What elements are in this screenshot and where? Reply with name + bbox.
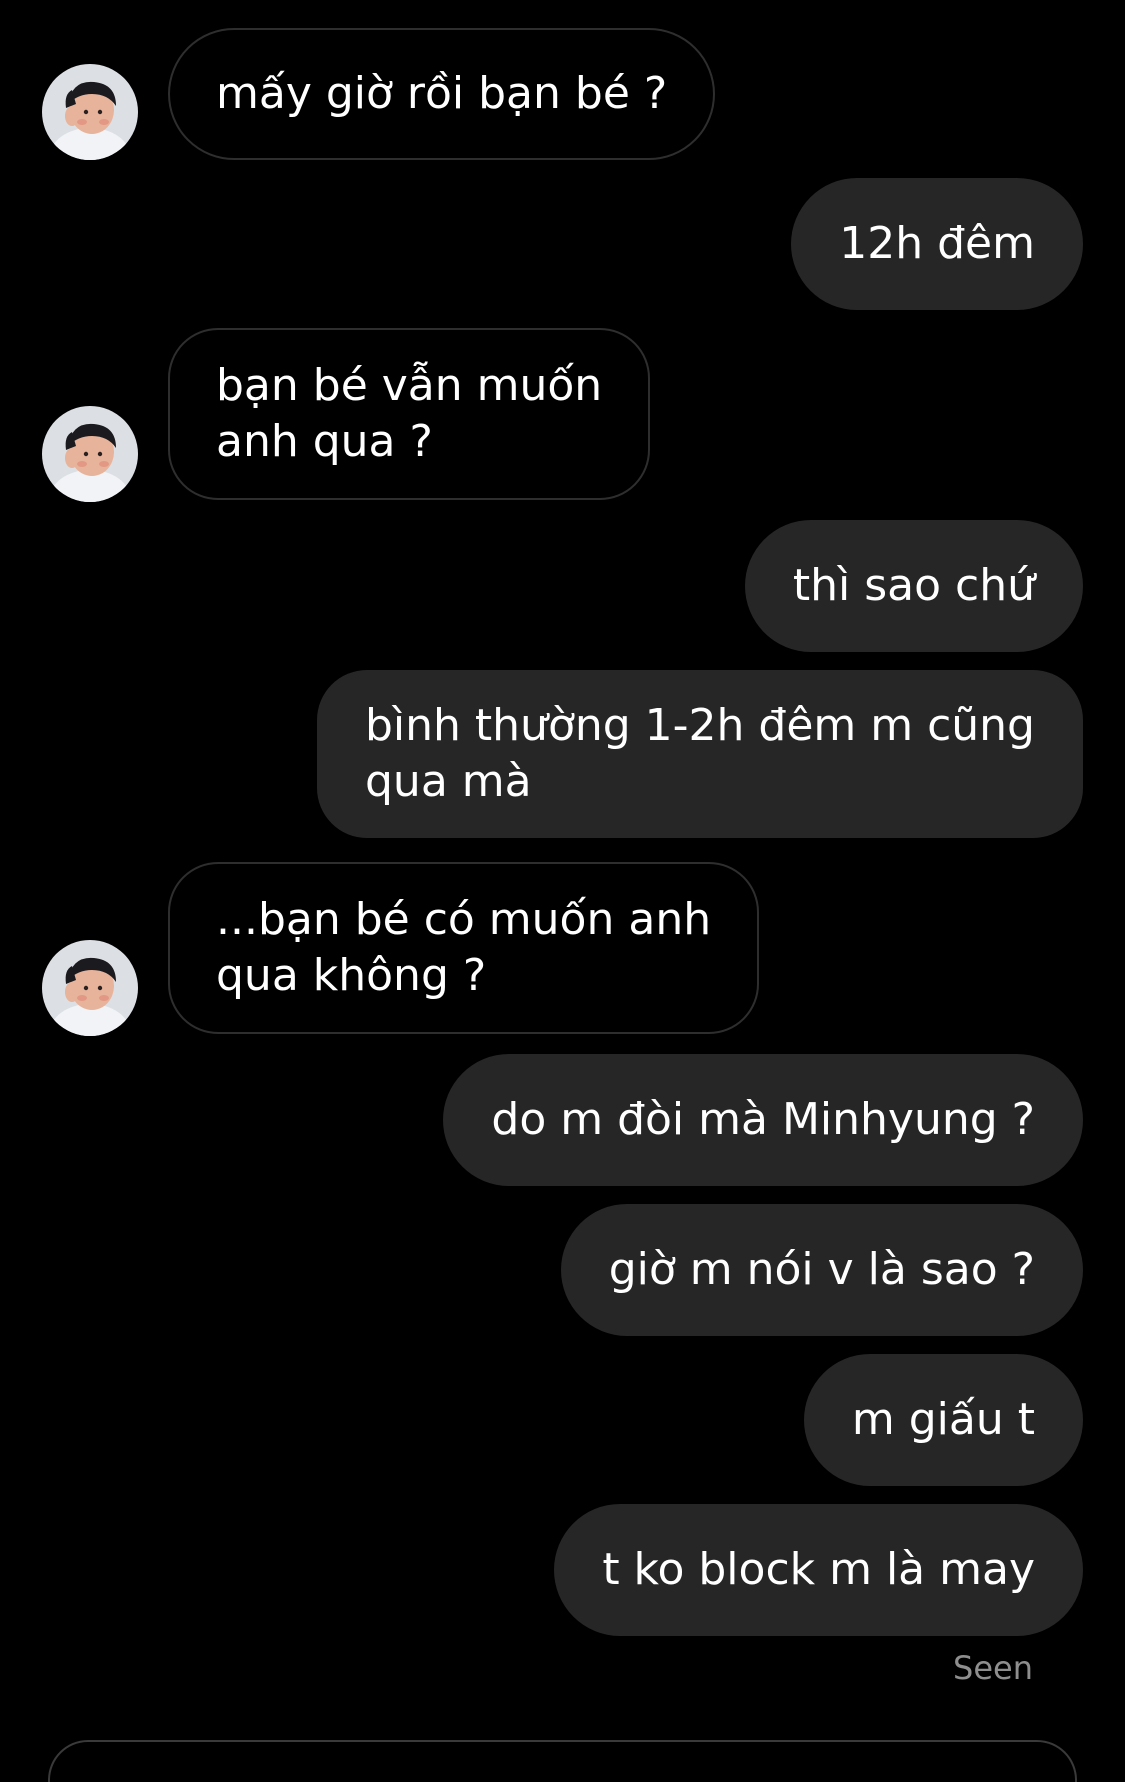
child-portrait-avatar-icon — [42, 940, 138, 1036]
seen-status: Seen — [953, 1649, 1033, 1687]
outgoing-message[interactable]: m giấu t — [803, 1354, 1083, 1486]
contact-avatar[interactable] — [42, 940, 138, 1036]
message-text: thì sao chứ — [792, 560, 1035, 611]
outgoing-message[interactable]: t ko block m là may — [554, 1504, 1083, 1636]
contact-avatar[interactable] — [42, 64, 138, 160]
outgoing-message[interactable]: thì sao chứ — [744, 520, 1083, 652]
message-composer[interactable] — [48, 1740, 1077, 1782]
message-text: giờ m nói v là sao ? — [608, 1244, 1035, 1295]
child-portrait-avatar-icon — [42, 64, 138, 160]
child-portrait-avatar-icon — [42, 406, 138, 502]
message-text: t ko block m là may — [602, 1544, 1035, 1595]
outgoing-message[interactable]: do m đòi mà Minhyung ? — [443, 1054, 1083, 1186]
outgoing-message[interactable]: giờ m nói v là sao ? — [560, 1204, 1083, 1336]
message-text-line: qua mà — [365, 756, 532, 807]
incoming-message[interactable]: bạn bé vẫn muốn anh qua ? — [168, 328, 651, 500]
message-text-line: qua không ? — [216, 950, 487, 1001]
message-text-line: bạn bé vẫn muốn — [216, 360, 603, 411]
message-text: 12h đêm — [839, 218, 1035, 269]
message-text: m giấu t — [851, 1394, 1035, 1445]
message-text-line: bình thường 1-2h đêm m cũng — [365, 700, 1035, 751]
outgoing-message[interactable]: bình thường 1-2h đêm m cũng qua mà — [317, 670, 1083, 838]
incoming-message[interactable]: mấy giờ rồi bạn bé ? — [168, 28, 716, 160]
contact-avatar[interactable] — [42, 406, 138, 502]
outgoing-message[interactable]: 12h đêm — [791, 178, 1083, 310]
incoming-message[interactable]: ...bạn bé có muốn anh qua không ? — [168, 862, 760, 1034]
message-text-line: ...bạn bé có muốn anh — [216, 894, 712, 945]
message-text: do m đòi mà Minhyung ? — [491, 1094, 1035, 1145]
message-thread[interactable]: mấy giờ rồi bạn bé ? 12h đêm bạn bé vẫn … — [0, 0, 1125, 1782]
message-text-line: anh qua ? — [216, 416, 433, 467]
message-text: mấy giờ rồi bạn bé ? — [216, 68, 668, 119]
